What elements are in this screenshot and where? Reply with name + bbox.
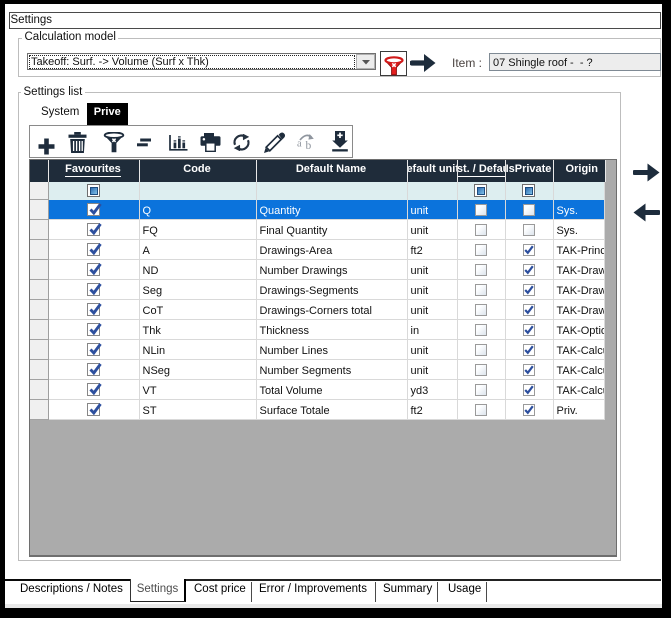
svg-text:b: b (305, 140, 311, 150)
svg-text:a: a (297, 139, 302, 150)
